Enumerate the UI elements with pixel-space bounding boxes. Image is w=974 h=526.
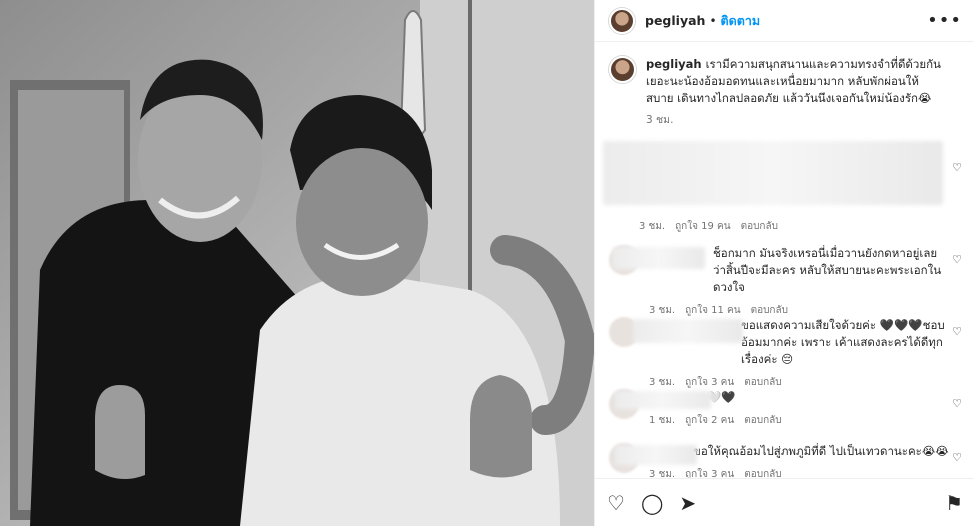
comments-list[interactable]: pegliyah เรามีความสนุกสนานและความทรงจำที่… [595, 42, 974, 478]
comment-heart-icon[interactable]: ♡ [952, 397, 962, 410]
bookmark-icon[interactable]: ⚑ [945, 491, 963, 515]
list-item: 🤍🖤 1 ชม. ถูกใจ 2 คน ตอบกลับ ♡ [609, 389, 962, 435]
comment-heart-icon[interactable]: ♡ [952, 325, 962, 338]
caption-time: 3 ชม. [646, 114, 674, 126]
comment-time: 3 ชม. [639, 221, 666, 232]
action-bar: ♡ ◯ ➤ ⚑ [595, 478, 974, 526]
comment-time: 1 ชม. [649, 415, 676, 426]
avatar[interactable] [609, 7, 635, 34]
reply-button[interactable]: ตอบกลับ [744, 412, 781, 429]
reply-button[interactable]: ตอบกลับ [744, 466, 781, 478]
list-item: ช็อกมาก มันจริงเหรอนี่เมื่อวานยังกดหาอยู… [609, 245, 962, 316]
comment-meta: 1 ชม. ถูกใจ 2 คน ตอบกลับ [649, 412, 949, 429]
blurred-comment [603, 141, 943, 205]
comment-heart-icon[interactable]: ♡ [952, 451, 962, 464]
comment-likes[interactable]: ถูกใจ 19 คน [675, 219, 730, 234]
comment-likes[interactable]: ถูกใจ 3 คน [685, 466, 734, 478]
blurred-username [613, 247, 705, 269]
reply-button[interactable]: ตอบกลับ [741, 219, 778, 234]
blurred-username [615, 391, 711, 409]
separator-dot: • [709, 13, 717, 28]
post-caption: pegliyah เรามีความสนุกสนานและความทรงจำที่… [609, 56, 962, 129]
photo-illustration [0, 0, 594, 526]
heart-icon[interactable]: ♡ [607, 491, 625, 515]
share-icon[interactable]: ➤ [679, 491, 696, 515]
list-item: ขอให้คุณอ้อมไปสู่ภพภูมิที่ดี ไปเป็นเทวดา… [609, 443, 962, 478]
header-username[interactable]: pegliyah [645, 13, 705, 28]
more-options-icon[interactable]: ••• [927, 11, 962, 30]
caption-username[interactable]: pegliyah [646, 57, 702, 71]
caption-avatar[interactable] [609, 56, 636, 83]
blurred-username [615, 445, 697, 465]
list-item: ขอแสดงความเสียใจด้วยค่ะ 🖤🖤🖤ชอบอ้อมมากค่ะ… [609, 317, 962, 388]
blurred-username [633, 319, 743, 343]
post-header: pegliyah • ติดตาม ••• [595, 0, 974, 42]
instagram-post: pegliyah • ติดตาม ••• pegliyah เรามีความส… [0, 0, 974, 526]
post-photo[interactable] [0, 0, 594, 526]
comment-heart-icon[interactable]: ♡ [952, 161, 962, 174]
post-side-panel: pegliyah • ติดตาม ••• pegliyah เรามีความส… [594, 0, 974, 526]
comment-meta: 3 ชม. ถูกใจ 19 คน ตอบกลับ [639, 219, 778, 234]
comment-time: 3 ชม. [649, 469, 676, 478]
list-item: 3 ชม. ถูกใจ 19 คน ตอบกลับ ♡ [603, 137, 962, 237]
follow-button[interactable]: ติดตาม [721, 11, 761, 31]
comment-heart-icon[interactable]: ♡ [952, 253, 962, 266]
comment-icon[interactable]: ◯ [641, 491, 663, 515]
comment-meta: 3 ชม. ถูกใจ 3 คน ตอบกลับ [649, 466, 949, 478]
comment-likes[interactable]: ถูกใจ 2 คน [685, 412, 734, 429]
